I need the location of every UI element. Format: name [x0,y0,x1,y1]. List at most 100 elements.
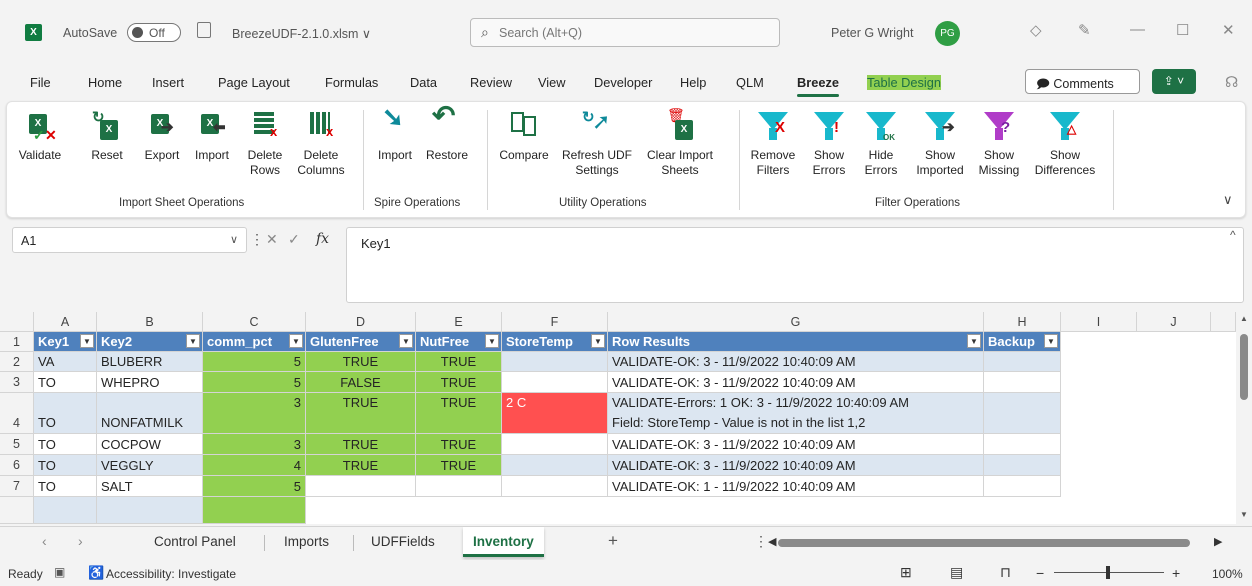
table-cell[interactable]: VALIDATE-OK: 1 - 11/9/2022 10:40:09 AM [608,476,984,497]
spire-import-button[interactable]: ➘ Import [371,104,419,163]
scroll-up-icon[interactable]: ▲ [1240,314,1248,323]
row-header-8[interactable] [0,497,34,524]
table-cell[interactable]: 5 [203,372,306,393]
table-cell[interactable]: TO [34,372,97,393]
table-cell[interactable] [502,352,608,372]
table-cell[interactable]: WHEPRO [97,372,203,393]
menu-data[interactable]: Data [410,75,437,90]
show-missing-button[interactable]: ? Show Missing [975,110,1023,178]
error-cell[interactable]: 2 C [502,393,608,434]
insert-function-icon[interactable]: fx [316,231,329,247]
sheet-tab-control-panel[interactable]: Control Panel [154,527,236,557]
row-header-4[interactable]: 4 [0,393,34,434]
hide-errors-button[interactable]: OK Hide Errors [859,110,903,178]
filter-dropdown-icon[interactable]: ▼ [485,334,499,348]
show-errors-button[interactable]: ! Show Errors [807,110,851,178]
row-header-1[interactable]: 1 [0,332,34,352]
column-header-i[interactable]: I [1061,312,1137,332]
collapse-ribbon-icon[interactable]: ∨ [1223,192,1233,208]
column-header-d[interactable]: D [306,312,416,332]
table-cell[interactable]: 3 [203,393,306,434]
table-header-cell[interactable]: comm_pct ▼ [203,332,306,352]
sheet-tab-inventory[interactable]: Inventory [463,527,544,557]
accessibility-status[interactable]: Accessibility: Investigate [106,567,236,581]
show-differences-button[interactable]: △ Show Differences [1025,110,1105,178]
table-cell[interactable] [416,476,502,497]
normal-view-icon[interactable]: ⊞ [900,564,912,581]
zoom-slider-thumb[interactable] [1106,566,1110,579]
page-layout-view-icon[interactable]: ▤ [950,564,963,581]
table-cell[interactable] [502,455,608,476]
table-cell[interactable]: TRUE [416,352,502,372]
comments-button[interactable]: 🗩 Comments [1025,69,1140,94]
filter-dropdown-icon[interactable]: ▼ [591,334,605,348]
table-cell[interactable] [203,497,306,524]
table-header-cell[interactable]: StoreTemp ▼ [502,332,608,352]
delete-columns-button[interactable]: x Delete Columns [291,110,351,178]
table-cell[interactable]: 4 [203,455,306,476]
select-all-corner[interactable] [0,312,34,332]
table-cell[interactable] [306,476,416,497]
table-header-cell[interactable]: NutFree ▼ [416,332,502,352]
search-box[interactable]: ⌕ Search (Alt+Q) [470,18,780,47]
refresh-udf-settings-button[interactable]: ↻ ➚ Refresh UDF Settings [559,110,635,178]
table-cell[interactable]: TRUE [306,434,416,455]
enter-icon[interactable]: ✓ [288,231,300,248]
sheet-tab-imports[interactable]: Imports [284,527,329,557]
filter-dropdown-icon[interactable]: ▼ [967,334,981,348]
table-header-cell[interactable]: Key2 ▼ [97,332,203,352]
table-cell[interactable]: TO [34,455,97,476]
zoom-out-icon[interactable]: − [1036,565,1044,581]
table-cell[interactable]: VALIDATE-Errors: 1 OK: 3 - 11/9/2022 10:… [608,393,984,434]
spire-restore-button[interactable]: ↶ Restore [421,102,473,163]
table-cell[interactable] [984,352,1061,372]
table-cell[interactable]: TRUE [416,393,502,434]
column-header-h[interactable]: H [984,312,1061,332]
table-cell[interactable] [502,434,608,455]
reset-button[interactable]: ↻ X Reset [87,110,127,163]
column-header-k[interactable] [1211,312,1236,332]
menu-help[interactable]: Help [680,75,706,90]
sheet-tab-udffields[interactable]: UDFFields [371,527,435,557]
zoom-in-icon[interactable]: + [1172,565,1180,581]
scroll-down-icon[interactable]: ▼ [1240,510,1248,519]
table-cell[interactable] [984,372,1061,393]
filter-dropdown-icon[interactable]: ▼ [399,334,413,348]
collapse-formula-icon[interactable]: ^ [1230,228,1236,242]
table-cell[interactable]: COCPOW [97,434,203,455]
filter-dropdown-icon[interactable]: ▼ [1044,334,1058,348]
table-cell[interactable]: TRUE [306,352,416,372]
filter-dropdown-icon[interactable]: ▼ [80,334,94,348]
table-header-cell[interactable]: GlutenFree ▼ [306,332,416,352]
column-header-e[interactable]: E [416,312,502,332]
table-cell[interactable]: FALSE [306,372,416,393]
spreadsheet-grid[interactable]: A B C D E F G H I J 1 2 3 4 5 6 7 Key1 ▼ … [0,312,1252,524]
formula-input[interactable]: Key1 [346,227,1244,303]
menu-home[interactable]: Home [88,75,122,90]
menu-breeze[interactable]: Breeze [797,75,839,97]
table-header-cell[interactable]: Backup ▼ [984,332,1061,352]
table-cell[interactable]: SALT [97,476,203,497]
scroll-thumb[interactable] [1240,334,1248,400]
table-header-cell[interactable]: Key1 ▼ [34,332,97,352]
table-cell[interactable]: NONFATMILK [97,393,203,434]
validate-button[interactable]: X ✓ ✕ Validate [15,110,65,163]
column-header-b[interactable]: B [97,312,203,332]
tab-next-icon[interactable]: › [78,533,83,549]
delete-rows-button[interactable]: x Delete Rows [241,110,289,178]
compare-button[interactable]: Compare [495,110,553,163]
menu-insert[interactable]: Insert [152,75,184,90]
export-button[interactable]: X ➔ Export [137,110,187,163]
table-cell[interactable]: TO [34,393,97,434]
tab-prev-icon[interactable]: ‹ [42,533,47,549]
table-cell[interactable]: TRUE [416,455,502,476]
table-cell[interactable]: VALIDATE-OK: 3 - 11/9/2022 10:40:09 AM [608,372,984,393]
menu-table-design[interactable]: Table Design [867,75,941,90]
column-header-g[interactable]: G [608,312,984,332]
row-header-7[interactable]: 7 [0,476,34,497]
file-name[interactable]: BreezeUDF-2.1.0.xlsm ∨ [232,26,371,41]
table-cell[interactable] [984,434,1061,455]
row-header-5[interactable]: 5 [0,434,34,455]
scroll-left-icon[interactable]: ◀ [768,535,776,548]
menu-review[interactable]: Review [470,75,512,90]
